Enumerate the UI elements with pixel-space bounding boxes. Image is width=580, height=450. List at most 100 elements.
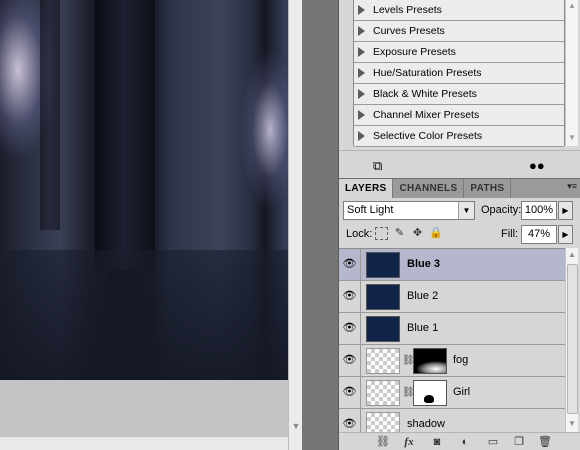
opacity-input[interactable]: 100% [521,201,557,220]
blend-row: Soft Light ▼ Opacity: 100% ▶ [343,201,577,221]
document-canvas-area [0,0,288,450]
mask-shape [424,395,434,403]
link-layers-icon[interactable]: ⛓ [375,435,391,449]
lock-all-icon[interactable]: 🔒 [429,227,443,240]
expand-triangle-icon[interactable] [358,47,365,57]
lock-transparency-icon[interactable] [375,227,388,240]
layer-thumbnail[interactable] [366,252,400,278]
chain-link-icon[interactable]: ⛓ [402,386,415,400]
preset-item-levels[interactable]: Levels Presets [354,0,564,21]
fill-slider-button[interactable]: ▶ [558,225,573,244]
chain-link-icon[interactable]: ⛓ [402,354,415,368]
adjustment-layer-icon[interactable]: ◐ [457,435,473,449]
eye-icon[interactable]: 👁 [339,281,361,312]
layer-row-blue-3[interactable]: 👁 Blue 3 [339,249,565,281]
layers-panel: LAYERS CHANNELS PATHS ▾≡ Soft Light ▼ Op… [338,178,580,450]
preset-item-exposure[interactable]: Exposure Presets [354,42,564,63]
opacity-slider-button[interactable]: ▶ [558,201,573,220]
lock-label: Lock: [346,228,373,240]
layer-name[interactable]: fog [453,354,468,366]
canvas-background [0,380,288,435]
tab-channels[interactable]: CHANNELS [393,179,465,198]
image-pillar [40,0,60,230]
document-image[interactable] [0,0,288,380]
tab-layers[interactable]: LAYERS [339,179,394,198]
preset-item-black-white[interactable]: Black & White Presets [354,84,564,105]
layer-name[interactable]: shadow [407,418,445,430]
layer-row-fog[interactable]: 👁 ⛓ fog [339,345,565,377]
tab-paths[interactable]: PATHS [464,179,512,198]
lock-row: Lock: ✎ ✥ 🔒 Fill: 47% ▶ [343,225,577,245]
layers-footer: ⛓ fx ◙ ◐ ▭ ❐ 🗑 [339,432,580,450]
new-layer-icon[interactable]: ❐ [511,435,527,449]
expand-triangle-icon[interactable] [358,68,365,78]
lock-pixels-icon[interactable]: ✎ [393,227,406,240]
preset-item-hue-saturation[interactable]: Hue/Saturation Presets [354,63,564,84]
blend-mode-value: Soft Light [347,204,394,216]
image-pillar [95,0,155,270]
preset-item-curves[interactable]: Curves Presets [354,21,564,42]
opacity-label: Opacity: [481,204,522,216]
add-mask-icon[interactable]: ◙ [429,435,445,449]
layer-list-scrollbar[interactable]: ▲ ▼ [565,248,578,432]
scroll-down-arrow-icon[interactable]: ▼ [566,418,578,430]
scroll-down-arrow-icon[interactable]: ▼ [290,418,302,434]
expand-triangle-icon[interactable] [358,26,365,36]
trash-icon[interactable]: 🗑 [537,435,553,449]
eye-icon[interactable]: 👁 [339,249,361,280]
preset-item-selective-color[interactable]: Selective Color Presets [354,126,564,147]
fx-icon[interactable]: fx [401,435,417,449]
layer-thumbnail[interactable] [366,316,400,342]
preset-label: Channel Mixer Presets [373,109,480,121]
scroll-down-arrow-icon[interactable]: ▼ [566,132,578,144]
scroll-up-arrow-icon[interactable]: ▲ [566,249,578,261]
layer-thumbnail[interactable] [366,284,400,310]
horizontal-scrollbar[interactable] [0,436,288,450]
expand-triangle-icon[interactable] [358,89,365,99]
eye-icon[interactable]: 👁 [339,345,361,376]
new-group-icon[interactable]: ▭ [485,435,501,449]
layer-row-girl[interactable]: 👁 ⛓ Girl [339,377,565,409]
preset-label: Black & White Presets [373,88,477,100]
eye-icon[interactable]: 👁 [339,313,361,344]
expand-triangle-icon[interactable] [358,5,365,15]
layer-name[interactable]: Girl [453,386,470,398]
layer-name[interactable]: Blue 1 [407,322,438,334]
layer-thumbnail[interactable] [366,348,400,374]
preset-label: Hue/Saturation Presets [373,67,482,79]
layer-name[interactable]: Blue 2 [407,290,438,302]
layer-mask-thumbnail[interactable] [413,380,447,406]
layer-mask-thumbnail[interactable] [413,348,447,374]
eye-icon[interactable]: 👁 [339,377,361,408]
expand-triangle-icon[interactable] [358,110,365,120]
panel-menu-icon[interactable]: ▾≡ [567,181,577,192]
blend-mode-select[interactable]: Soft Light ▼ [343,201,475,220]
layer-name[interactable]: Blue 3 [407,258,440,270]
layer-row-blue-2[interactable]: 👁 Blue 2 [339,281,565,313]
preset-label: Curves Presets [373,25,445,37]
preset-label: Levels Presets [373,4,442,16]
lock-position-icon[interactable]: ✥ [411,227,424,240]
layer-row-shadow[interactable]: 👁 shadow [339,409,565,432]
scroll-up-arrow-icon[interactable]: ▲ [566,0,578,12]
layer-thumbnail[interactable] [366,380,400,406]
layer-row-blue-1[interactable]: 👁 Blue 1 [339,313,565,345]
preset-item-channel-mixer[interactable]: Channel Mixer Presets [354,105,564,126]
panel-tabs: LAYERS CHANNELS PATHS ▾≡ [339,178,580,198]
layer-list: 👁 Blue 3 👁 Blue 2 👁 Blue 1 👁 ⛓ fog 👁 ⛓ G [339,248,565,432]
preset-label: Exposure Presets [373,46,456,58]
expand-triangle-icon[interactable] [358,131,365,141]
fill-input[interactable]: 47% [521,225,557,244]
clip-to-layer-icon[interactable]: ⧉ [373,159,389,173]
panel-gutter [302,0,338,450]
preset-label: Selective Color Presets [373,130,483,142]
image-floor [0,250,288,380]
visibility-toggle-icon[interactable]: ●● [529,158,551,174]
scrollbar-thumb[interactable] [567,264,578,414]
chevron-down-icon[interactable]: ▼ [458,202,474,219]
preset-list-scrollbar[interactable]: ▲ ▼ [565,0,578,146]
adjustments-panel: Levels Presets Curves Presets Exposure P… [338,0,580,178]
eye-icon[interactable]: 👁 [339,409,361,432]
layer-thumbnail[interactable] [366,412,400,432]
canvas-vertical-scrollbar[interactable]: ▼ [288,0,302,450]
